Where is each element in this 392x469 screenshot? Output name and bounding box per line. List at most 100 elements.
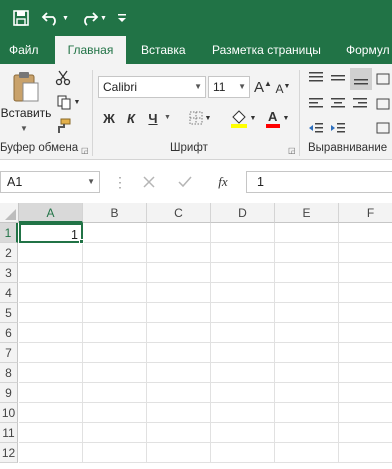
increase-font-size-button[interactable]: A ▲ <box>254 76 272 98</box>
cell-b1[interactable] <box>83 223 147 243</box>
merge-center-icon[interactable] <box>374 118 392 138</box>
row-header-7[interactable]: 7 <box>0 343 18 363</box>
align-center-icon[interactable] <box>328 94 348 114</box>
cell-e9[interactable] <box>275 383 339 403</box>
column-header-e[interactable]: E <box>275 203 339 223</box>
tab-home[interactable]: Главная <box>55 36 126 64</box>
borders-icon[interactable]: ▼ <box>186 108 214 128</box>
cell-d11[interactable] <box>211 423 275 443</box>
cell-c8[interactable] <box>147 363 211 383</box>
cell-a1[interactable]: 1 <box>19 223 83 243</box>
cell-b9[interactable] <box>83 383 147 403</box>
format-painter-icon[interactable] <box>54 116 72 136</box>
copy-icon[interactable]: ▼ <box>54 92 82 112</box>
column-header-b[interactable]: B <box>83 203 147 223</box>
worksheet-grid[interactable]: A B C D E F 1 1 2 3 4 5 6 7 8 9 10 11 12 <box>0 203 392 469</box>
chevron-down-icon[interactable]: ▼ <box>20 124 28 133</box>
row-header-5[interactable]: 5 <box>0 303 18 323</box>
cell-e7[interactable] <box>275 343 339 363</box>
formula-bar-grip[interactable]: ⋮ <box>113 173 127 191</box>
orientation-icon[interactable] <box>374 68 392 90</box>
decrease-indent-icon[interactable] <box>306 118 326 138</box>
cell-c6[interactable] <box>147 323 211 343</box>
cell-f2[interactable] <box>339 243 392 263</box>
cell-b10[interactable] <box>83 403 147 423</box>
formula-input[interactable]: 1 <box>246 171 392 193</box>
cell-c5[interactable] <box>147 303 211 323</box>
column-header-c[interactable]: C <box>147 203 211 223</box>
cell-f7[interactable] <box>339 343 392 363</box>
dialog-launcher-icon[interactable]: ◲ <box>81 146 89 155</box>
cell-d8[interactable] <box>211 363 275 383</box>
cell-d4[interactable] <box>211 283 275 303</box>
cell-a8[interactable] <box>19 363 83 383</box>
cell-f10[interactable] <box>339 403 392 423</box>
row-header-4[interactable]: 4 <box>0 283 18 303</box>
align-bottom-icon[interactable] <box>350 68 372 90</box>
font-name-select[interactable]: Calibri ▼ <box>98 76 206 98</box>
cell-b4[interactable] <box>83 283 147 303</box>
cell-c7[interactable] <box>147 343 211 363</box>
chevron-down-icon[interactable]: ▼ <box>100 15 107 22</box>
column-header-a[interactable]: A <box>19 203 83 223</box>
cell-c10[interactable] <box>147 403 211 423</box>
cell-e6[interactable] <box>275 323 339 343</box>
cell-a2[interactable] <box>19 243 83 263</box>
cell-f8[interactable] <box>339 363 392 383</box>
cell-f1[interactable] <box>339 223 392 243</box>
cell-e3[interactable] <box>275 263 339 283</box>
cell-d1[interactable] <box>211 223 275 243</box>
underline-button[interactable]: Ч <box>144 108 162 128</box>
insert-function-icon[interactable]: fx <box>210 172 236 192</box>
cell-c1[interactable] <box>147 223 211 243</box>
cell-d12[interactable] <box>211 443 275 463</box>
cell-d2[interactable] <box>211 243 275 263</box>
cell-e4[interactable] <box>275 283 339 303</box>
cell-a6[interactable] <box>19 323 83 343</box>
column-header-f[interactable]: F <box>339 203 392 223</box>
tab-insert[interactable]: Вставка <box>141 36 186 64</box>
cell-f3[interactable] <box>339 263 392 283</box>
chevron-down-icon[interactable]: ▼ <box>164 114 171 121</box>
wrap-text-icon[interactable] <box>374 94 392 114</box>
cell-b7[interactable] <box>83 343 147 363</box>
undo-icon[interactable]: ▼ <box>40 6 70 30</box>
cell-e12[interactable] <box>275 443 339 463</box>
paste-icon[interactable] <box>6 70 44 104</box>
align-top-icon[interactable] <box>306 68 326 88</box>
fill-handle[interactable] <box>79 239 84 244</box>
bold-button[interactable]: Ж <box>100 108 118 128</box>
cell-f6[interactable] <box>339 323 392 343</box>
decrease-font-size-button[interactable]: A ▼ <box>274 78 292 100</box>
cell-c4[interactable] <box>147 283 211 303</box>
cell-a7[interactable] <box>19 343 83 363</box>
name-box[interactable]: A1 ▼ <box>0 171 100 193</box>
cell-d7[interactable] <box>211 343 275 363</box>
row-header-6[interactable]: 6 <box>0 323 18 343</box>
row-header-12[interactable]: 12 <box>0 443 18 463</box>
cell-e10[interactable] <box>275 403 339 423</box>
cell-d10[interactable] <box>211 403 275 423</box>
row-header-3[interactable]: 3 <box>0 263 18 283</box>
cell-e5[interactable] <box>275 303 339 323</box>
italic-button[interactable]: К <box>122 108 140 128</box>
row-header-1[interactable]: 1 <box>0 223 18 243</box>
cell-f9[interactable] <box>339 383 392 403</box>
customize-qat-icon[interactable] <box>114 6 130 30</box>
increase-indent-icon[interactable] <box>328 118 348 138</box>
row-header-9[interactable]: 9 <box>0 383 18 403</box>
cell-d5[interactable] <box>211 303 275 323</box>
tab-page-layout[interactable]: Разметка страницы <box>212 36 321 64</box>
cell-c11[interactable] <box>147 423 211 443</box>
cell-a10[interactable] <box>19 403 83 423</box>
save-icon[interactable] <box>8 6 34 30</box>
align-left-icon[interactable] <box>306 94 326 114</box>
cell-e1[interactable] <box>275 223 339 243</box>
cell-c3[interactable] <box>147 263 211 283</box>
cell-b11[interactable] <box>83 423 147 443</box>
row-header-8[interactable]: 8 <box>0 363 18 383</box>
chevron-down-icon[interactable]: ▼ <box>87 172 95 192</box>
cell-a4[interactable] <box>19 283 83 303</box>
cell-f12[interactable] <box>339 443 392 463</box>
cell-e8[interactable] <box>275 363 339 383</box>
